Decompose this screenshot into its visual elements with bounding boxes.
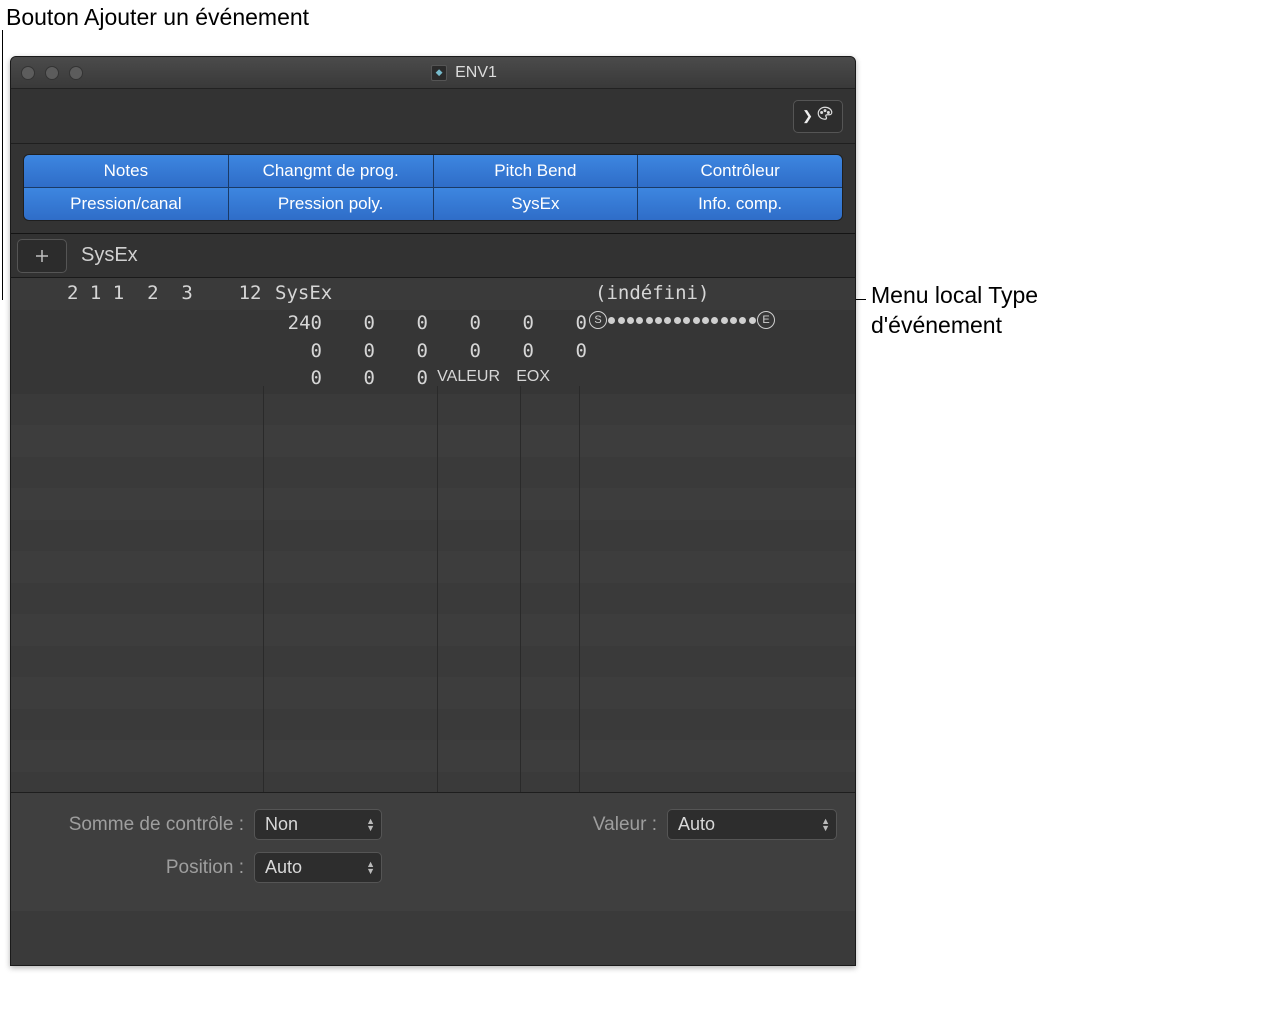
filter-additional-info[interactable]: Info. comp. [638,188,842,220]
traffic-lights [21,66,83,80]
callout-event-type-menu: Menu local Type d'événement [871,281,1038,341]
color-palette-button[interactable]: ❯ [793,100,843,133]
callout-right-line2: d'événement [871,312,1002,338]
window-title-wrap: ◆ ENV1 [83,64,845,82]
filter-grid: Notes Changmt de prog. Pitch Bend Contrô… [23,154,843,221]
position-label: Position : [29,857,244,879]
zoom-icon[interactable] [69,66,83,80]
event-type-header: SysEx [263,282,583,304]
filter-channel-pressure[interactable]: Pression/canal [24,188,229,220]
position-value: Auto [265,857,302,878]
palette-icon [816,105,834,128]
toolbar: ❯ [11,89,855,144]
byte[interactable]: 0 [322,338,375,366]
valeur-value: Auto [678,814,715,835]
byte[interactable]: 0 [269,365,322,393]
start-marker-icon: S [589,311,607,329]
filter-sysex[interactable]: SysEx [434,188,639,220]
end-marker-icon: E [757,311,775,329]
filter-poly-pressure[interactable]: Pression poly. [229,188,434,220]
filter-program-change[interactable]: Changmt de prog. [229,155,434,188]
checksum-select[interactable]: Non ▲▼ [254,809,382,840]
chevron-right-icon: ❯ [802,108,813,124]
byte[interactable]: 0 [375,365,428,393]
event-filter-panel: Notes Changmt de prog. Pitch Bend Contrô… [11,144,855,234]
event-position[interactable]: 2 1 1 2 3 12 [11,282,263,304]
checksum-label: Somme de contrôle : [29,814,244,836]
sysex-visual: S E [589,311,775,329]
byte[interactable]: 0 [428,310,481,338]
stepper-icon: ▲▼ [366,861,375,875]
callout-line-top [2,30,3,300]
event-type-menu[interactable]: SysEx [81,244,138,267]
stepper-icon: ▲▼ [821,818,830,832]
byte[interactable]: 0 [481,338,534,366]
eox-label: EOX [500,365,550,393]
event-list[interactable]: 2 1 1 2 3 12 SysEx (indéfini) 240 0 0 0 … [11,278,855,792]
filter-controller[interactable]: Contrôleur [638,155,842,188]
footer-controls: Somme de contrôle : Non ▲▼ Valeur : Auto… [11,792,855,911]
byte[interactable]: 0 [375,338,428,366]
byte[interactable]: 0 [322,365,375,393]
minimize-icon[interactable] [45,66,59,80]
byte[interactable]: 0 [534,338,587,366]
valeur-label: VALEUR [428,365,500,393]
window-title: ENV1 [455,64,497,82]
position-select[interactable]: Auto ▲▼ [254,852,382,883]
callout-add-event: Bouton Ajouter un événement [6,4,309,31]
event-definition: (indéfini) [583,282,855,304]
callout-right-line1: Menu local Type [871,282,1038,308]
filter-pitch-bend[interactable]: Pitch Bend [434,155,639,188]
checksum-value: Non [265,814,298,835]
valeur-select[interactable]: Auto ▲▼ [667,809,837,840]
event-list-window: ◆ ENV1 ❯ Notes Changmt de prog. Pitch Be… [10,56,856,966]
titlebar[interactable]: ◆ ENV1 [11,57,855,89]
byte[interactable]: 0 [322,310,375,338]
filter-notes[interactable]: Notes [24,155,229,188]
byte[interactable]: 240 [269,310,322,338]
byte[interactable]: 0 [375,310,428,338]
byte[interactable]: 0 [428,338,481,366]
region-icon: ◆ [431,65,447,81]
stepper-icon: ▲▼ [366,818,375,832]
add-event-button[interactable] [17,239,67,273]
byte[interactable]: 0 [534,310,587,338]
close-icon[interactable] [21,66,35,80]
byte[interactable]: 0 [269,338,322,366]
byte[interactable]: 0 [481,310,534,338]
event-type-row: SysEx [11,234,855,278]
valeur-field-label: Valeur : [567,814,657,836]
